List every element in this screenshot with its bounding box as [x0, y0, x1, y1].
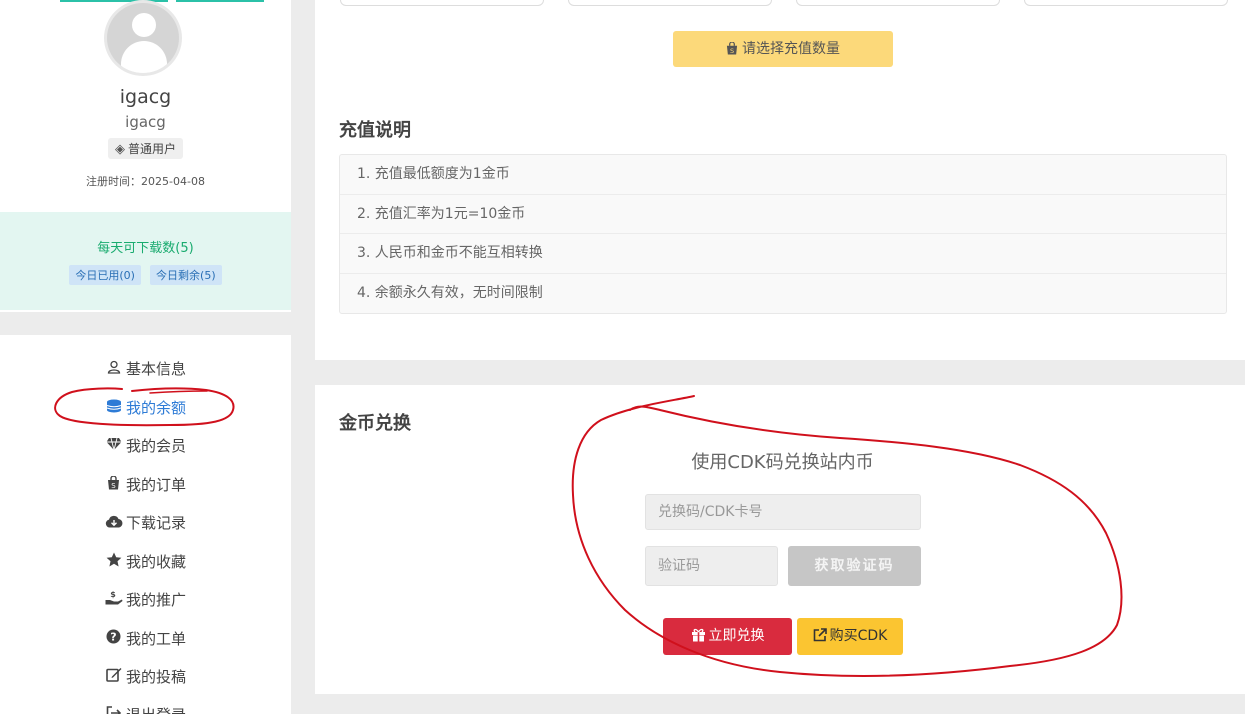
- list-item: 4. 余额永久有效，无时间限制: [357, 284, 543, 301]
- amount-option[interactable]: [568, 0, 772, 6]
- svg-text:S: S: [730, 47, 734, 55]
- menu-item-tickets[interactable]: ? 我的工单: [0, 627, 291, 651]
- shopping-bag-icon: S: [105, 474, 123, 498]
- user-id: igacg: [125, 113, 166, 131]
- menu-item-label: 我的订单: [125, 476, 186, 494]
- menu-item-downloads[interactable]: 下载记录: [0, 511, 291, 535]
- hand-coin-icon: $: [105, 589, 123, 613]
- star-icon: [105, 551, 123, 575]
- recharge-notes-title: 充值说明: [339, 120, 411, 141]
- diamond-icon: [105, 435, 123, 459]
- register-date: 注册时间：2025-04-08: [86, 175, 205, 188]
- cdk-code-input[interactable]: [645, 494, 921, 530]
- menu-item-label: 基本信息: [125, 360, 186, 378]
- amount-option[interactable]: [1024, 0, 1228, 6]
- list-item: 1. 充值最低额度为1金币: [340, 155, 1226, 195]
- coins-icon: [105, 397, 123, 421]
- svg-text:$: $: [110, 590, 116, 599]
- select-amount-button[interactable]: S 请选择充值数量: [673, 31, 893, 67]
- question-circle-icon: ?: [105, 628, 123, 652]
- menu-item-label: 我的收藏: [125, 553, 186, 571]
- list-item: 2. 充值汇率为1元=10金币: [340, 195, 1226, 234]
- menu-item-logout[interactable]: 退出登录: [0, 703, 291, 714]
- download-quota-panel: 每天可下载数(5) 今日已用(0) 今日剩余(5): [0, 212, 291, 310]
- coin-exchange-panel: 金币兑换 使用CDK码兑换站内币 获取验证码 立即兑换 购买CDK: [315, 385, 1245, 694]
- buy-cdk-button[interactable]: 购买CDK: [797, 618, 903, 655]
- captcha-input[interactable]: [645, 546, 778, 586]
- menu-item-label: 我的工单: [125, 630, 186, 648]
- exchange-subtitle: 使用CDK码兑换站内币: [691, 452, 874, 473]
- redeem-button[interactable]: 立即兑换: [663, 618, 792, 655]
- username: igacg: [119, 86, 172, 108]
- quota-used-tag: 今日已用(0): [69, 265, 141, 285]
- quota-remaining-tag: 今日剩余(5): [150, 265, 222, 285]
- exchange-title: 金币兑换: [339, 413, 411, 434]
- list-item: 3. 人民币和金币不能互相转换: [340, 234, 1226, 274]
- menu-item-submissions[interactable]: 我的投稿: [0, 665, 291, 689]
- menu-item-promotion[interactable]: $ 我的推广: [0, 588, 291, 612]
- menu-item-orders[interactable]: S 我的订单: [0, 473, 291, 497]
- svg-text:?: ?: [111, 631, 117, 644]
- user-icon: [105, 358, 123, 382]
- shopping-bag-icon: S: [726, 33, 738, 69]
- edit-icon: [105, 666, 123, 690]
- role-badge: ◈ 普通用户: [107, 138, 183, 159]
- menu-item-label: 我的投稿: [125, 668, 186, 686]
- menu-item-label: 我的会员: [125, 437, 186, 455]
- menu-item-label: 我的推广: [125, 591, 186, 609]
- menu-item-membership[interactable]: 我的会员: [0, 434, 291, 458]
- buy-cdk-label: 购买CDK: [829, 628, 888, 644]
- gift-icon: [691, 620, 706, 657]
- role-badge-label: 普通用户: [127, 142, 176, 156]
- menu-item-basic-info[interactable]: 基本信息: [0, 357, 291, 381]
- menu-item-label: 下载记录: [125, 514, 186, 532]
- amount-option[interactable]: [796, 0, 1000, 6]
- get-captcha-button[interactable]: 获取验证码: [788, 546, 921, 586]
- diamond-icon: ◈: [114, 142, 125, 157]
- menu-item-label: 退出登录: [126, 706, 186, 714]
- menu-item-balance[interactable]: 我的余额: [0, 396, 291, 420]
- cloud-download-icon: [105, 512, 123, 536]
- tab-underline: [176, 0, 264, 2]
- user-menu: 基本信息 我的余额 我的会员 S 我的订单 下载记录 我的收藏 $ 我的推广 ?…: [0, 335, 291, 714]
- recharge-notes-list: 1. 充值最低额度为1金币 2. 充值汇率为1元=10金币 3. 人民币和金币不…: [339, 154, 1227, 314]
- sign-out-icon: [105, 704, 123, 714]
- user-avatar-icon[interactable]: [104, 0, 182, 76]
- menu-item-label: 我的余额: [125, 399, 186, 417]
- amount-option[interactable]: [340, 0, 544, 6]
- external-link-icon: [813, 620, 827, 657]
- quota-title: 每天可下载数(5): [97, 241, 194, 256]
- svg-text:S: S: [112, 482, 117, 490]
- recharge-panel: S 请选择充值数量 充值说明 1. 充值最低额度为1金币 2. 充值汇率为1元=…: [315, 0, 1245, 360]
- redeem-label: 立即兑换: [708, 628, 765, 644]
- select-amount-label: 请选择充值数量: [742, 41, 840, 57]
- menu-item-favorites[interactable]: 我的收藏: [0, 550, 291, 574]
- profile-card: igacg igacg ◈ 普通用户 注册时间：2025-04-08 每天可下载数…: [0, 0, 291, 312]
